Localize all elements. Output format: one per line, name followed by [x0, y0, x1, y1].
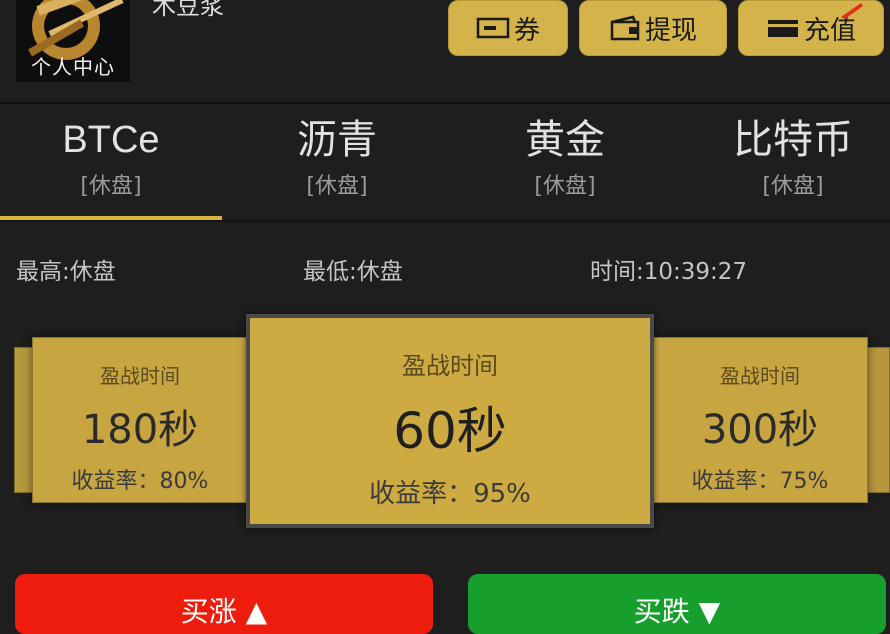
duration-card-180[interactable]: 盈战时间 180秒 收益率：80% [32, 337, 248, 503]
card-rate: 收益率：75% [691, 469, 829, 494]
ticket-icon [476, 17, 510, 39]
duration-card-60-selected[interactable]: 盈战时间 60秒 收益率：95% [246, 314, 654, 528]
card-duration: 60秒 [393, 402, 507, 460]
card-label: 盈战时间 [720, 364, 800, 388]
tab-name: 沥青 [297, 117, 377, 163]
buy-up-label: 买涨 ▲ [180, 595, 268, 628]
withdraw-label: 提现 [644, 15, 697, 46]
tab-name: BTCe [62, 119, 160, 161]
card-label: 盈战时间 [402, 352, 498, 380]
current-time: 时间:10:39:27 [590, 259, 748, 285]
tab-gold[interactable]: 黄金 [休盘] [454, 104, 676, 220]
buy-up-button[interactable]: 买涨 ▲ [15, 574, 433, 634]
notification-marker-icon [841, 3, 863, 19]
tab-asphalt[interactable]: 沥青 [休盘] [226, 104, 448, 220]
tab-btce[interactable]: BTCe [休盘] [0, 104, 222, 220]
low-price: 最低:休盘 [303, 259, 403, 285]
username: 木豆浆 [152, 0, 224, 20]
card-label: 盈战时间 [100, 364, 180, 388]
coupon-button[interactable]: 券 [448, 0, 568, 56]
tab-status: [休盘] [534, 174, 596, 199]
card-rate: 收益率：95% [369, 479, 531, 509]
card-duration: 180秒 [81, 407, 199, 453]
product-tabs: BTCe [休盘] 沥青 [休盘] 黄金 [休盘] 比特币 [休盘] [0, 104, 890, 220]
buy-down-button[interactable]: 买跌 ▼ [468, 574, 886, 634]
tab-name: 黄金 [525, 117, 605, 163]
wallet-icon [610, 15, 640, 41]
tab-status: [休盘] [762, 174, 824, 199]
tab-bitcoin[interactable]: 比特币 [休盘] [682, 104, 890, 220]
tabs-divider [0, 220, 890, 222]
tab-status: [休盘] [306, 174, 368, 199]
duration-card-300[interactable]: 盈战时间 300秒 收益率：75% [652, 337, 868, 503]
card-rate: 收益率：80% [71, 469, 209, 494]
high-price: 最高:休盘 [16, 259, 116, 285]
tab-name: 比特币 [733, 117, 853, 163]
avatar[interactable]: 个人中心 [16, 0, 130, 82]
withdraw-button[interactable]: 提现 [579, 0, 727, 56]
buy-down-label: 买跌 ▼ [633, 595, 721, 628]
card-icon [767, 20, 798, 37]
card-duration: 300秒 [701, 407, 819, 453]
recharge-button[interactable]: 充值 [738, 0, 884, 56]
coupon-label: 券 [513, 15, 540, 46]
personal-center-label: 个人中心 [31, 55, 115, 79]
tab-status: [休盘] [80, 174, 142, 199]
